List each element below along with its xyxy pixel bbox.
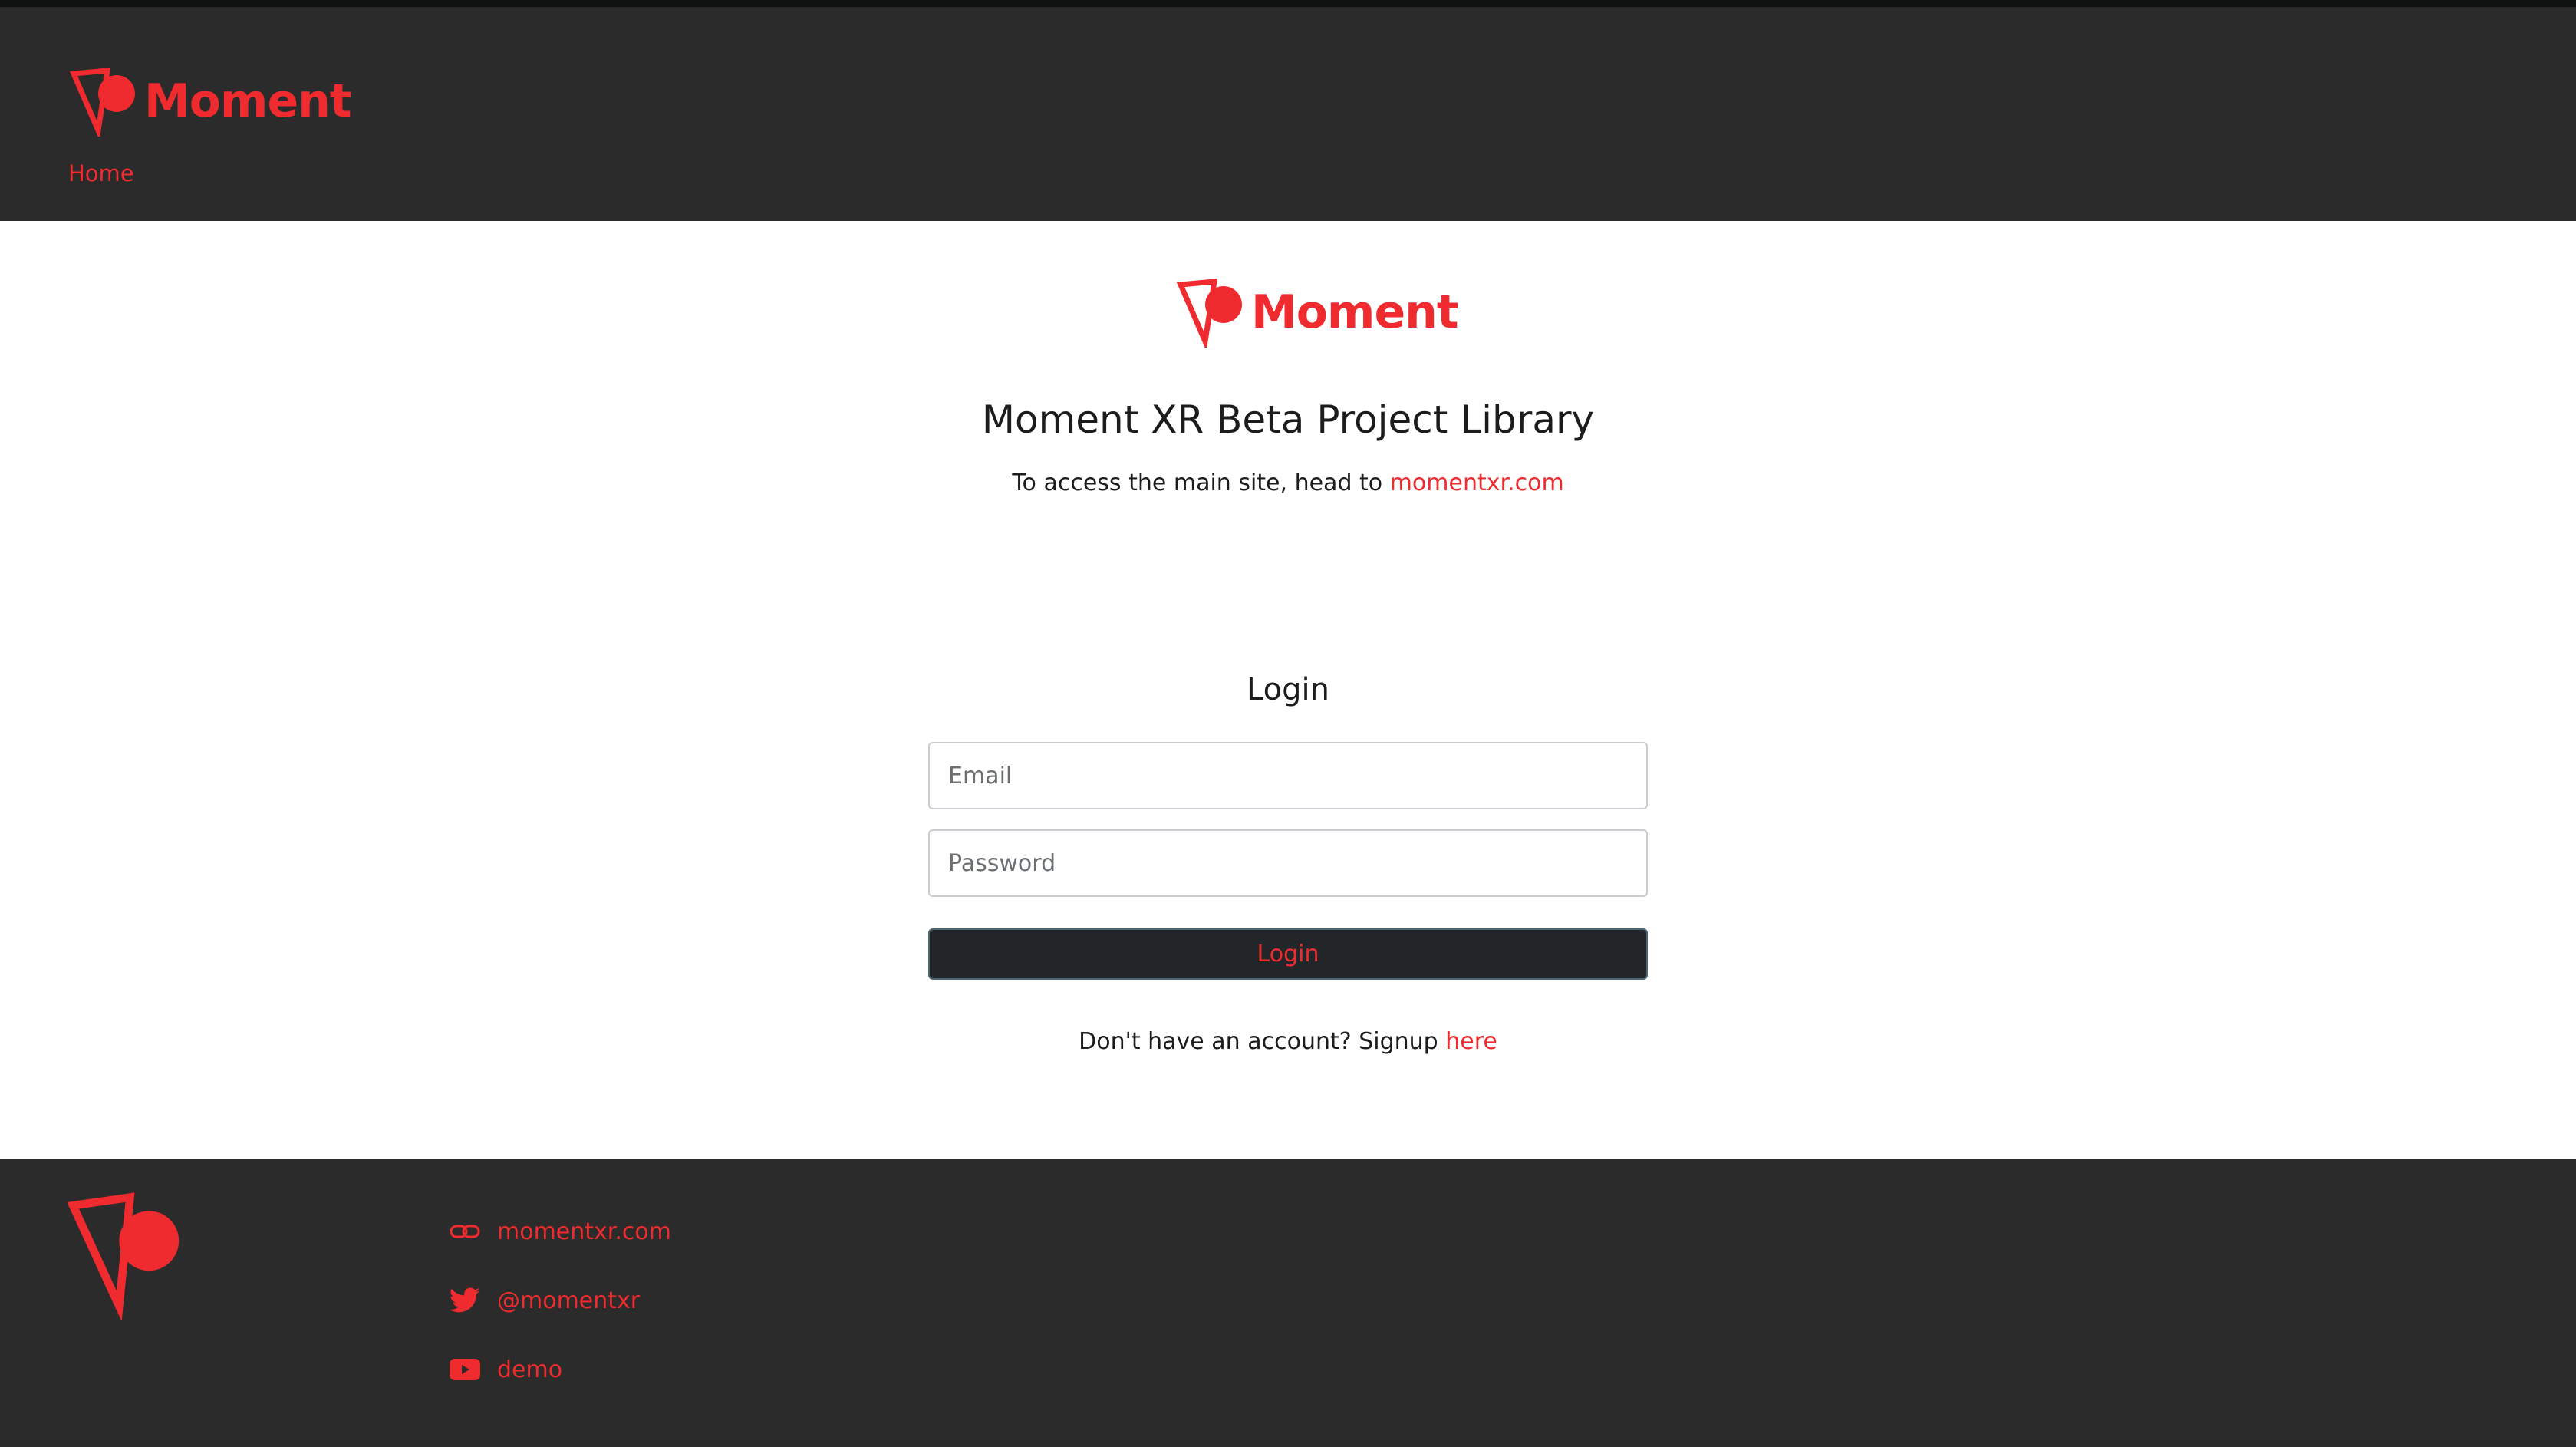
main-brand-name: Moment xyxy=(1251,285,1459,339)
email-field[interactable] xyxy=(928,742,1648,809)
site-footer: momentxr.com @momentxr demo xyxy=(0,1159,2576,1447)
footer-twitter-link[interactable]: @momentxr xyxy=(497,1287,640,1314)
moment-logo-icon xyxy=(69,68,135,137)
moment-logo-icon xyxy=(1176,279,1242,348)
page-title: Moment XR Beta Project Library xyxy=(981,397,1595,442)
site-header: Moment Home xyxy=(0,7,2576,221)
footer-website-link[interactable]: momentxr.com xyxy=(497,1218,671,1245)
top-border xyxy=(0,0,2576,7)
header-brand-name: Moment xyxy=(144,74,352,128)
youtube-icon xyxy=(450,1354,483,1385)
footer-demo-link[interactable]: demo xyxy=(497,1356,562,1383)
footer-link-item: momentxr.com xyxy=(450,1197,671,1266)
footer-link-item: demo xyxy=(450,1335,671,1404)
nav-home-link[interactable]: Home xyxy=(68,160,134,186)
twitter-icon xyxy=(450,1285,483,1316)
signup-text: Don't have an account? Signup xyxy=(1079,1028,1446,1055)
main-logo: Moment xyxy=(1176,277,1459,348)
footer-moment-logo-icon xyxy=(68,1192,180,1320)
footer-link-item: @momentxr xyxy=(450,1266,671,1335)
subtitle-text: To access the main site, head to xyxy=(1012,470,1390,496)
link-icon xyxy=(450,1216,483,1247)
subtitle: To access the main site, head to momentx… xyxy=(0,470,2576,496)
main-site-link[interactable]: momentxr.com xyxy=(1390,470,1564,496)
login-heading: Login xyxy=(1247,672,1329,707)
signup-link[interactable]: here xyxy=(1445,1028,1497,1055)
signup-prompt: Don't have an account? Signup here xyxy=(0,1028,2576,1055)
footer-links: momentxr.com @momentxr demo xyxy=(450,1197,671,1404)
header-logo-link[interactable]: Moment xyxy=(69,66,352,137)
password-field[interactable] xyxy=(928,829,1648,897)
login-button[interactable]: Login xyxy=(928,928,1648,980)
